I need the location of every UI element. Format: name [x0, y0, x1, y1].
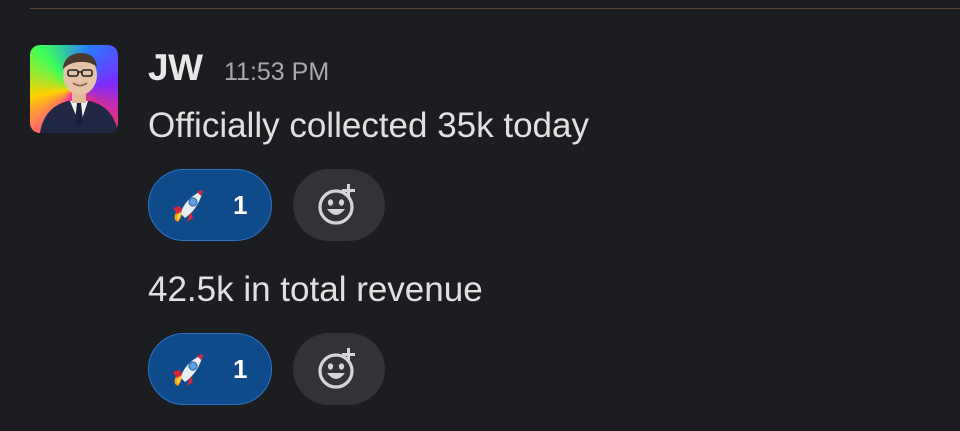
reaction-rocket-button[interactable]: 1: [148, 169, 272, 241]
add-reaction-button[interactable]: [293, 333, 385, 405]
rocket-icon: [173, 354, 203, 386]
message-divider: [30, 8, 960, 9]
reaction-rocket-button[interactable]: 1: [148, 333, 272, 405]
add-reaction-button[interactable]: [293, 169, 385, 241]
message-author[interactable]: JW: [148, 44, 203, 92]
add-reaction-icon: [318, 184, 355, 225]
message-text: 42.5k in total revenue: [148, 270, 483, 309]
message-text: Officially collected 35k today: [148, 106, 589, 145]
profile-photo: [40, 53, 118, 133]
reaction-count: 1: [233, 190, 248, 220]
rocket-icon: [173, 190, 203, 222]
avatar[interactable]: [30, 45, 118, 133]
reaction-count: 1: [233, 354, 248, 384]
add-reaction-icon: [318, 348, 355, 389]
message-timestamp[interactable]: 11:53 PM: [224, 56, 329, 88]
